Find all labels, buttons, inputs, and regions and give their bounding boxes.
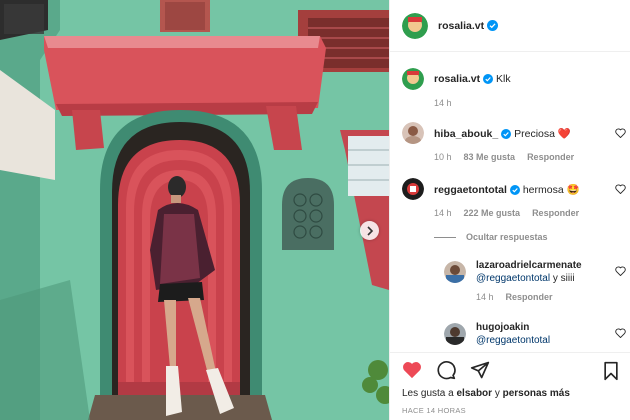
comment-text: hermosa [522,183,564,196]
reply-button[interactable]: Responder [527,152,574,162]
reply-meta: 14 h Responder [476,292,630,302]
star-eyes-emoji: 🤩 [566,183,580,196]
verified-badge-icon [509,184,520,195]
like-reply-heart-icon[interactable] [615,266,626,276]
avatar[interactable] [444,323,466,345]
comment-likes[interactable]: 83 Me gusta [464,152,516,162]
hide-replies-toggle[interactable]: Ocultar respuestas [434,232,630,242]
verified-badge-icon [483,74,494,84]
chevron-right-icon [366,225,373,236]
comment-text: Preciosa [514,127,555,140]
comment-meta: 14 h [434,98,630,108]
post-actions: Les gusta a elsabor y personas más HACE … [390,352,630,415]
post-side-panel: rosalia.vt rosalia.vt Klk 14 h hiba_abou… [389,0,630,420]
avatar[interactable] [402,68,424,90]
like-comment-heart-icon[interactable] [615,184,626,194]
comment-time: 14 h [434,98,452,108]
comment-item: reggaetontotal hermosa 🤩 14 h 222 Me gus… [402,178,630,218]
like-reply-heart-icon[interactable] [615,328,626,338]
comment-time: 10 h [434,152,452,162]
comment-meta: 14 h 222 Me gusta Responder [434,208,630,218]
heart-emoji: ❤️ [557,127,571,140]
comment-time: 14 h [434,208,452,218]
reply-mention[interactable]: @reggaetontotal [476,335,550,346]
avatar[interactable] [444,261,466,283]
post-timestamp: HACE 14 HORAS [402,406,466,415]
divider [434,236,456,238]
comment-text: Klk [496,73,511,85]
comment-meta: 10 h 83 Me gusta Responder [434,152,630,162]
like-heart-icon[interactable] [402,361,422,379]
avatar[interactable] [402,122,424,144]
comment-username[interactable]: reggaetontotal [434,184,507,196]
reply-mention[interactable]: @reggaetontotal [476,273,550,284]
comment-likes[interactable]: 222 Me gusta [464,208,521,218]
reply-text: y siiii [550,273,575,284]
author-avatar[interactable] [402,12,428,39]
author-username[interactable]: rosalia.vt [438,20,484,32]
verified-badge-icon [501,128,512,139]
avatar[interactable] [402,178,424,200]
next-photo-button[interactable] [360,221,379,240]
reply-username[interactable]: hugojoakin [476,322,529,333]
hide-replies-label[interactable]: Ocultar respuestas [466,232,548,242]
save-bookmark-icon[interactable] [603,361,619,381]
comment-icon[interactable] [436,360,456,380]
post-photo[interactable] [0,0,389,420]
caption-comment: rosalia.vt Klk 14 h [402,68,630,108]
comments-list: rosalia.vt Klk 14 h hiba_abouk_ Preciosa… [390,60,630,352]
like-comment-heart-icon[interactable] [615,128,626,138]
reply-item: lazaroadrielcarmenate @reggaetontotal y … [444,260,630,302]
verified-badge-icon [487,20,499,31]
reply-button[interactable]: Responder [506,292,553,302]
others-likes-link[interactable]: personas más [503,388,570,399]
comment-username[interactable]: hiba_abouk_ [434,128,498,140]
reply-time: 14 h [476,292,494,302]
likes-summary: Les gusta a elsabor y personas más [402,388,570,399]
reply-username[interactable]: lazaroadrielcarmenate [476,260,582,271]
share-icon[interactable] [470,360,490,380]
comment-username[interactable]: rosalia.vt [434,73,480,85]
comment-item: hiba_abouk_ Preciosa ❤️ 10 h 83 Me gusta… [402,122,630,162]
reply-item: hugojoakin @reggaetontotal [444,322,630,346]
liker-username[interactable]: elsabor [456,388,492,399]
reply-button[interactable]: Responder [532,208,579,218]
post-header: rosalia.vt [390,0,630,52]
building-facade-image [0,0,389,420]
